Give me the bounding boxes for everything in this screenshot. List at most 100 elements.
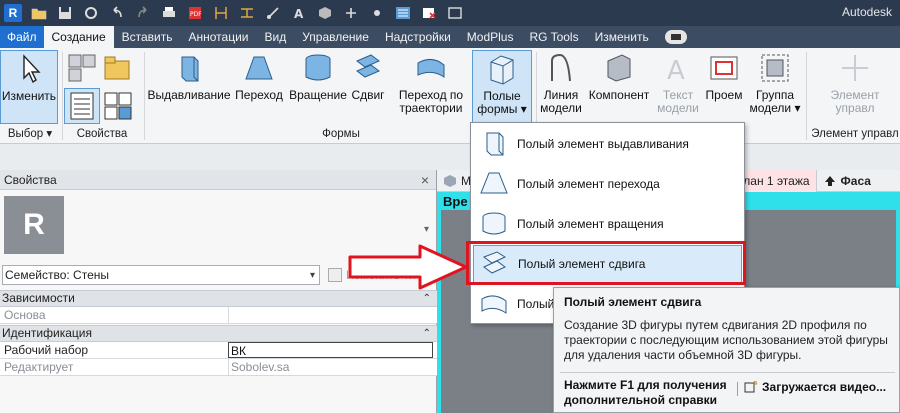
edit-type-icon — [328, 268, 342, 282]
control-element-button[interactable]: Элемент управл — [810, 50, 900, 115]
thin-lines-icon[interactable] — [368, 5, 386, 21]
close-hidden-icon[interactable] — [420, 5, 438, 21]
panel-separator — [806, 52, 807, 140]
tab-create[interactable]: Создание — [43, 26, 114, 48]
tooltip-description: Создание 3D фигуры путем сдвигания 2D пр… — [564, 318, 888, 362]
title-bar: R PDF A Autodesk — [0, 0, 900, 26]
properties-button[interactable] — [64, 88, 100, 124]
component-icon — [601, 50, 637, 86]
type-properties-button[interactable] — [100, 88, 136, 127]
3d-view-icon[interactable] — [316, 5, 334, 21]
family-category-button[interactable] — [64, 50, 100, 89]
tab-rgtools[interactable]: RG Tools — [521, 26, 586, 48]
tooltip-divider — [560, 372, 895, 373]
swept-blend-button[interactable]: Переход по траектории — [390, 50, 472, 115]
save-icon[interactable] — [56, 5, 74, 21]
model-group-icon — [757, 50, 793, 86]
control-icon — [837, 50, 873, 86]
model-group-button[interactable]: Группа модели ▾ — [746, 50, 804, 115]
blend-icon — [241, 50, 277, 86]
select-panel-label[interactable]: Выбор ▾ — [0, 126, 60, 142]
sweep-button[interactable]: Сдвиг — [348, 50, 388, 102]
redo-icon[interactable] — [134, 5, 152, 21]
type-selector-chevron-icon[interactable]: ▾ — [424, 224, 429, 235]
opening-icon — [706, 50, 742, 86]
tooltip-help: Нажмите F1 для получения дополнительной … — [564, 378, 727, 407]
modify-label: Изменить — [1, 89, 57, 103]
close-icon[interactable]: × — [418, 172, 432, 188]
revit-logo-icon: R — [23, 208, 45, 241]
void-forms-icon — [484, 51, 520, 87]
properties-icon — [64, 89, 100, 123]
revolve-button[interactable]: Вращение — [288, 50, 348, 102]
window-icon[interactable] — [446, 5, 464, 21]
tooltip-video-link[interactable]: Загружается видео... — [744, 380, 886, 394]
opening-button[interactable]: Проем — [702, 50, 746, 102]
type-preview-image: R — [4, 196, 64, 254]
control-element-label: Элемент управл — [830, 88, 880, 115]
extrusion-icon — [171, 50, 207, 86]
properties-panel-label: Свойства — [76, 128, 128, 140]
model-line-button[interactable]: Линия модели — [538, 50, 584, 115]
properties-palette: Свойства × R ▾ Семейство: Стены ▾ Измени… — [0, 170, 437, 413]
tooltip-title: Полый элемент сдвига — [564, 295, 702, 309]
dropdown-item-void-extrusion[interactable]: Полый элемент выдавливания — [473, 125, 742, 163]
print-icon[interactable] — [160, 5, 178, 21]
swept-blend-icon — [413, 50, 449, 86]
tab-file[interactable]: Файл — [0, 26, 44, 48]
tab-modify[interactable]: Изменить — [587, 26, 657, 48]
section-icon[interactable] — [342, 5, 360, 21]
measure-icon[interactable] — [212, 5, 230, 21]
model-line-label: Линия модели — [540, 88, 582, 115]
collapse-icon[interactable]: ⌃ — [423, 291, 431, 306]
blend-button[interactable]: Переход — [232, 50, 286, 102]
void-forms-button[interactable]: Полые формы ▾ — [472, 50, 532, 124]
prop-row-workset[interactable]: Рабочий набор ВК — [0, 342, 437, 359]
pdf-icon[interactable]: PDF — [186, 5, 204, 21]
void-swept-blend-icon — [477, 287, 511, 321]
modify-button[interactable]: Изменить — [0, 50, 58, 124]
ribbon-display-toggle-icon[interactable] — [664, 30, 687, 44]
dropdown-item-void-revolve[interactable]: Полый элемент вращения — [473, 205, 742, 243]
collapse-icon[interactable]: ⌃ — [423, 326, 431, 341]
group-identity[interactable]: Идентификация ⌃ — [0, 325, 437, 342]
tab-modplus[interactable]: ModPlus — [459, 26, 522, 48]
tab-addins[interactable]: Надстройки — [377, 26, 459, 48]
model-text-button[interactable]: A Текст модели — [654, 50, 702, 115]
sync-icon[interactable] — [82, 5, 100, 21]
view-tab-facade[interactable]: Фаса — [817, 170, 877, 192]
type-properties-icon — [100, 88, 136, 124]
switch-windows-icon[interactable] — [394, 5, 412, 21]
tab-manage[interactable]: Управление — [294, 26, 377, 48]
family-types-icon — [64, 50, 100, 86]
family-select[interactable]: Семейство: Стены ▾ — [2, 265, 320, 285]
tag-icon[interactable] — [264, 5, 282, 21]
svg-text:A: A — [667, 56, 685, 85]
model-line-icon — [543, 50, 579, 86]
cursor-icon — [11, 51, 47, 87]
app-logo[interactable]: R — [4, 4, 22, 22]
open-icon[interactable] — [30, 5, 48, 21]
highlight-frame — [466, 241, 746, 285]
model-text-label: Текст модели — [657, 88, 699, 115]
video-icon — [744, 380, 758, 393]
extrusion-button[interactable]: Выдавливание — [147, 50, 231, 102]
tab-insert[interactable]: Вставить — [114, 26, 181, 48]
component-button[interactable]: Компонент — [584, 50, 654, 102]
prop-row-base[interactable]: Основа — [0, 307, 437, 324]
group-constraints[interactable]: Зависимости ⌃ — [0, 290, 437, 307]
workset-field[interactable]: ВК — [228, 342, 433, 358]
undo-icon[interactable] — [108, 5, 126, 21]
tab-annotate[interactable]: Аннотации — [181, 26, 257, 48]
3d-view-icon — [444, 174, 456, 187]
component-label: Компонент — [588, 88, 650, 102]
tooltip-divider — [737, 382, 738, 396]
tab-view[interactable]: Вид — [257, 26, 295, 48]
opening-label: Проем — [705, 88, 743, 102]
void-extrusion-icon — [477, 127, 511, 161]
text-icon[interactable]: A — [290, 5, 308, 21]
dimension-icon[interactable] — [238, 5, 256, 21]
dropdown-item-void-blend[interactable]: Полый элемент перехода — [473, 165, 742, 203]
prop-row-editor[interactable]: Редактирует Sobolev.sa — [0, 359, 437, 376]
family-types-button[interactable] — [100, 50, 136, 89]
